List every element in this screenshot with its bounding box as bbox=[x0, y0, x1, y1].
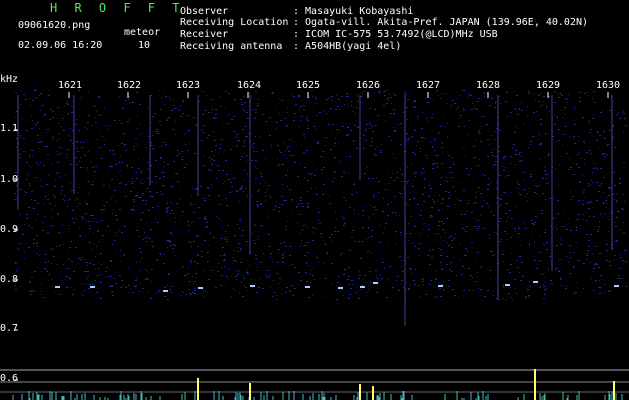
time-label: 1625 bbox=[296, 80, 321, 91]
freq-tick-label: 0.7 bbox=[0, 323, 19, 334]
spectrogram bbox=[0, 90, 629, 400]
time-label: 1624 bbox=[237, 80, 262, 91]
app-title: H R O F F T bbox=[50, 1, 185, 15]
freq-tick-label: 1.0 bbox=[0, 174, 19, 185]
freq-ticks bbox=[14, 129, 18, 381]
time-label: 1622 bbox=[117, 80, 142, 91]
observer-value: : Masayuki Kobayashi bbox=[293, 6, 414, 17]
time-label: 1630 bbox=[596, 80, 621, 91]
location-value: : Ogata-vill. Akita-Pref. JAPAN (139.96E… bbox=[293, 17, 589, 28]
file-name: 09061620.png bbox=[18, 20, 91, 31]
time-label: 1621 bbox=[58, 80, 83, 91]
antenna-value: : A504HB(yagi 4el) bbox=[293, 41, 402, 52]
meter-peaks bbox=[197, 369, 615, 400]
antenna-label: Receiving antenna bbox=[180, 41, 283, 52]
freq-tick-label: 0.8 bbox=[0, 274, 19, 285]
freq-tick-label: 1.1 bbox=[0, 123, 19, 134]
freq-tick-label: 0.9 bbox=[0, 224, 19, 235]
time-label: 1627 bbox=[416, 80, 441, 91]
hrofft-screen: { "header": { "app_title": "H R O F F T"… bbox=[0, 0, 629, 400]
receiver-value: : ICOM IC-575 53.7492(@LCD)MHz USB bbox=[293, 29, 498, 40]
time-label: 1623 bbox=[176, 80, 201, 91]
time-label: 1626 bbox=[356, 80, 381, 91]
freq-unit-label: kHz bbox=[0, 74, 19, 85]
time-label: 1629 bbox=[536, 80, 561, 91]
mode-label: meteor bbox=[124, 27, 161, 38]
date-time: 02.09.06 16:20 bbox=[18, 40, 103, 51]
freq-tick-label: 0.6 bbox=[0, 373, 19, 384]
receiver-label: Receiver bbox=[180, 29, 229, 40]
observer-label: Observer bbox=[180, 6, 229, 17]
event-count: 10 bbox=[138, 40, 151, 51]
location-label: Receiving Location bbox=[180, 17, 289, 28]
time-label: 1628 bbox=[476, 80, 501, 91]
noise-texture bbox=[14, 90, 627, 300]
